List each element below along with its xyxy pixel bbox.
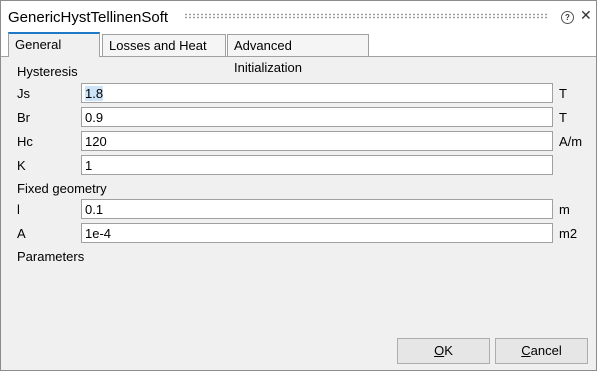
help-icon[interactable]: ? [561,11,574,24]
unit-js: T [559,86,567,101]
cancel-mnemonic: C [521,343,531,358]
title-bar[interactable]: GenericHystTellinenSoft ? ✕ [1,1,596,31]
js-field[interactable]: 1.8 [81,83,553,103]
section-hysteresis: Hysteresis [17,64,78,79]
l-field[interactable]: 0.1 [81,199,553,219]
label-l: l [17,202,20,217]
unit-hc: A/m [559,134,583,149]
k-field[interactable]: 1 [81,155,553,175]
dialog-window: GenericHystTellinenSoft ? ✕ General Loss… [0,0,597,371]
cancel-label-rest: ancel [530,343,562,358]
ok-mnemonic: O [434,343,445,358]
js-value: 1.8 [85,86,104,101]
drag-grip[interactable] [184,13,549,19]
label-br: Br [17,110,30,125]
br-field[interactable]: 0.9 [81,107,553,127]
a-field[interactable]: 1e-4 [81,223,553,243]
label-a: A [17,226,26,241]
ok-label-rest: K [444,343,453,358]
unit-br: T [559,110,567,125]
unit-a: m2 [559,226,578,241]
window-title: GenericHystTellinenSoft [8,9,169,26]
cancel-button[interactable]: Cancel [495,338,588,364]
ok-button[interactable]: OK [397,338,490,364]
hc-field[interactable]: 120 [81,131,553,151]
label-js: Js [17,86,30,101]
label-k: K [17,158,26,173]
tab-general[interactable]: General [8,32,100,57]
section-parameters: Parameters [17,249,85,264]
unit-l: m [559,202,570,217]
close-icon[interactable]: ✕ [580,7,592,24]
tab-advanced-initialization[interactable]: Advanced Initialization [227,34,369,75]
section-fixed-geometry: Fixed geometry [17,181,107,196]
tab-losses-and-heat[interactable]: Losses and Heat [102,34,226,56]
label-hc: Hc [17,134,33,149]
